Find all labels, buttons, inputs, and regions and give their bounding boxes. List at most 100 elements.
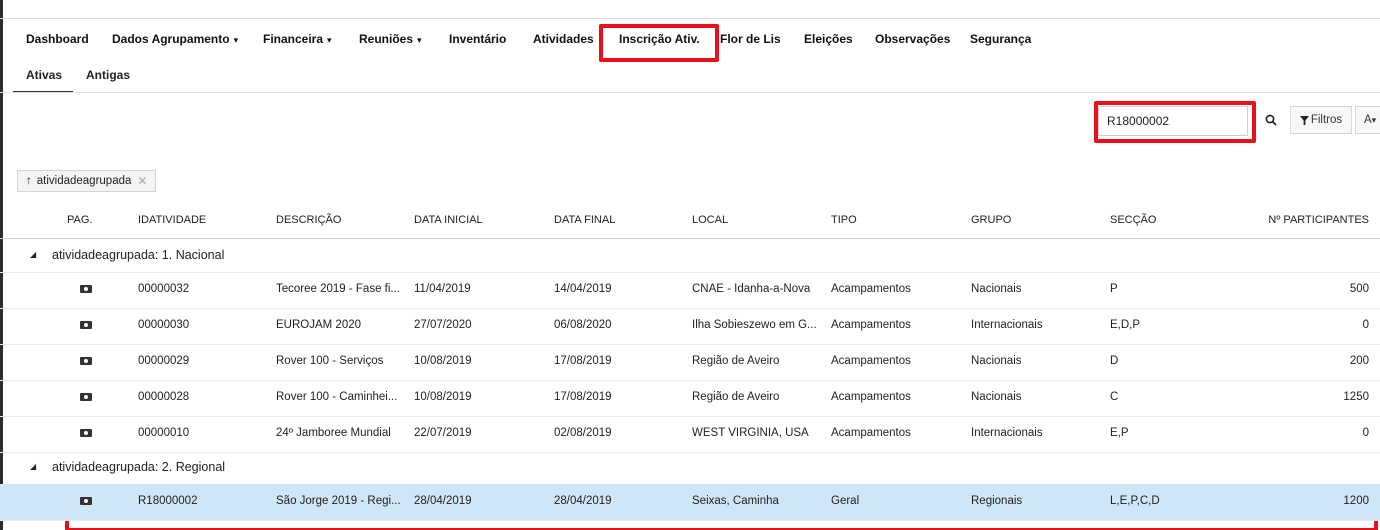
group-row[interactable]: ◢ atividadeagrupada: 1. Nacional (0, 240, 1380, 272)
payment-icon[interactable] (80, 429, 92, 437)
cell-local: Região de Aveiro (692, 355, 780, 367)
table-header-divider (0, 238, 1380, 239)
cell-tipo: Acampamentos (831, 355, 911, 367)
nav-item-7[interactable]: Flor de Lis (720, 32, 781, 46)
group-row-label: atividadeagrupada: 2. Regional (52, 460, 226, 474)
cell-grupo: Regionais (971, 495, 1023, 507)
cell-data-inicial: 10/08/2019 (414, 355, 472, 367)
search-button[interactable] (1258, 106, 1284, 134)
cell-data-inicial: 27/07/2020 (414, 319, 472, 331)
column-header-2[interactable]: DESCRIÇÃO (276, 214, 341, 226)
sort-asc-icon: ↑ (26, 175, 32, 187)
collapse-triangle-icon[interactable]: ◢ (30, 462, 36, 471)
nav-item-9[interactable]: Observações (875, 32, 950, 46)
cell-local: WEST VIRGINIA, USA (692, 427, 809, 439)
filters-button[interactable]: Filtros (1290, 106, 1352, 134)
filters-label: Filtros (1310, 114, 1343, 126)
nav-item-label: Inventário (449, 32, 507, 46)
payment-icon[interactable] (80, 321, 92, 329)
cell-local: Região de Aveiro (692, 391, 780, 403)
group-row[interactable]: ◢ atividadeagrupada: 2. Regional (0, 452, 1380, 484)
table-row[interactable]: 00000029 Rover 100 - Serviços 10/08/2019 17… (0, 344, 1380, 380)
cell-tipo: Acampamentos (831, 319, 911, 331)
column-header-1[interactable]: IDATIVIDADE (138, 214, 206, 226)
nav-item-2[interactable]: Financeira ▾ (263, 32, 332, 46)
payment-icon[interactable] (80, 285, 92, 293)
table-row-selected[interactable]: R18000002 São Jorge 2019 - Regi... 28/04/2… (0, 484, 1380, 520)
cell-data-final: 17/08/2019 (554, 391, 612, 403)
nav-item-4[interactable]: Inventário (449, 32, 506, 46)
subtab-antigas[interactable]: Antigas (86, 68, 130, 82)
column-header-7[interactable]: GRUPO (971, 214, 1011, 226)
group-by-chip[interactable]: ↑ atividadeagrupada ✕ (17, 170, 157, 192)
cell-data-final: 14/04/2019 (554, 283, 612, 295)
column-header-5[interactable]: LOCAL (692, 214, 728, 226)
collapse-triangle-icon[interactable]: ◢ (30, 250, 36, 259)
cell-seccao: D (1110, 355, 1119, 367)
nav-item-label: Reuniões (359, 32, 414, 46)
nav-item-0[interactable]: Dashboard (26, 32, 89, 46)
nav-item-label: Eleições (804, 32, 853, 46)
column-header-3[interactable]: DATA INICIAL (414, 214, 483, 226)
nav-item-1[interactable]: Dados Agrupamento ▾ (112, 32, 238, 46)
table-row[interactable]: 00000030 EUROJAM 2020 27/07/2020 06/08/2020… (0, 308, 1380, 344)
group-by-chip-label: atividadeagrupada (36, 175, 132, 187)
search-input[interactable] (1098, 106, 1248, 136)
remove-group-icon[interactable]: ✕ (137, 174, 147, 188)
cell-data-final: 17/08/2019 (554, 355, 612, 367)
nav-item-8[interactable]: Eleições (804, 32, 853, 46)
cell-id: 00000032 (138, 283, 190, 295)
column-header-9[interactable]: Nº PARTICIPANTES (1268, 214, 1369, 226)
subtab-ativas[interactable]: Ativas (26, 68, 62, 82)
nav-item-5[interactable]: Atividades (533, 32, 594, 46)
cell-participantes: 1250 (1343, 391, 1369, 403)
cell-seccao: E,D,P (1110, 319, 1141, 331)
cell-data-final: 02/08/2019 (554, 427, 612, 439)
cell-seccao: L,E,P,C,D (1110, 495, 1160, 507)
cell-id: R18000002 (138, 495, 198, 507)
column-header-0[interactable]: PAG. (67, 214, 92, 226)
cell-grupo: Internacionais (971, 319, 1043, 331)
column-header-4[interactable]: DATA FINAL (554, 214, 615, 226)
cell-data-inicial: 22/07/2019 (414, 427, 472, 439)
cell-descricao: São Jorge 2019 - Regi... (276, 495, 401, 507)
nav-item-3[interactable]: Reuniões ▾ (359, 32, 422, 46)
app-page: Dashboard Dados Agrupamento ▾ Financeira ▾ Re… (0, 0, 1380, 530)
caret-down-icon: ▾ (327, 35, 332, 45)
column-header-8[interactable]: SECÇÃO (1110, 214, 1156, 226)
cell-descricao: Rover 100 - Caminhei... (276, 391, 398, 403)
nav-item-label: Observações (875, 32, 951, 46)
cell-tipo: Acampamentos (831, 427, 911, 439)
cell-descricao: 24º Jamboree Mundial (276, 427, 391, 439)
table-row[interactable]: 00000032 Tecoree 2019 - Fase fi... 11/04/2… (0, 272, 1380, 308)
cell-seccao: E,P (1110, 427, 1129, 439)
cell-tipo: Acampamentos (831, 283, 911, 295)
cell-grupo: Internacionais (971, 427, 1043, 439)
cell-id: 00000028 (138, 391, 190, 403)
table-row[interactable]: 00000028 Rover 100 - Caminhei... 10/08/201… (0, 380, 1380, 416)
funnel-icon (1299, 115, 1309, 125)
cell-data-final: 06/08/2020 (554, 319, 612, 331)
top-divider (0, 18, 1380, 19)
caret-down-icon: ▾ (417, 35, 422, 45)
cell-id: 00000029 (138, 355, 190, 367)
row-divider (0, 520, 1380, 521)
cell-grupo: Nacionais (971, 283, 1022, 295)
payment-icon[interactable] (80, 497, 92, 505)
cell-data-final: 28/04/2019 (554, 495, 612, 507)
payment-icon[interactable] (80, 393, 92, 401)
cell-local: Seixas, Caminha (692, 495, 779, 507)
cell-local: CNAE - Idanha-a-Nova (692, 283, 811, 295)
cell-tipo: Acampamentos (831, 391, 911, 403)
payment-icon[interactable] (80, 357, 92, 365)
nav-item-10[interactable]: Segurança (970, 32, 1031, 46)
more-actions-button[interactable]: A ▾ (1355, 106, 1380, 134)
table-row[interactable]: 00000010 24º Jamboree Mundial 22/07/2019 02… (0, 416, 1380, 452)
group-row-label: atividadeagrupada: 1. Nacional (52, 248, 225, 262)
cell-local: Ilha Sobieszewo em G... (692, 319, 817, 331)
cell-participantes: 1200 (1343, 495, 1369, 507)
cell-descricao: EUROJAM 2020 (276, 319, 362, 331)
cell-id: 00000010 (138, 427, 190, 439)
cell-tipo: Geral (831, 495, 860, 507)
column-header-6[interactable]: TIPO (831, 214, 857, 226)
